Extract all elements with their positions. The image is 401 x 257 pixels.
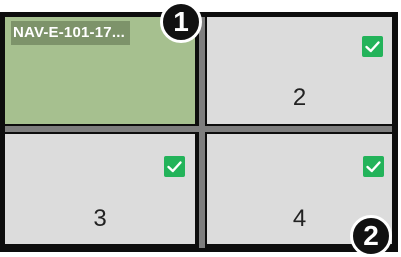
callout-marker-1: 1: [160, 1, 202, 43]
vertical-divider[interactable]: [199, 17, 205, 248]
check-icon[interactable]: [164, 156, 185, 177]
check-icon[interactable]: [362, 36, 383, 57]
check-icon[interactable]: [363, 156, 384, 177]
callout-marker-2: 2: [350, 215, 392, 257]
viewport-tile-3[interactable]: 3: [5, 134, 195, 244]
tile-title: NAV-E-101-17...: [11, 21, 130, 45]
tile-number: 3: [93, 205, 107, 232]
horizontal-divider[interactable]: [5, 126, 392, 132]
viewport-tile-2[interactable]: 2: [207, 17, 392, 124]
tile-number: 2: [292, 84, 307, 111]
